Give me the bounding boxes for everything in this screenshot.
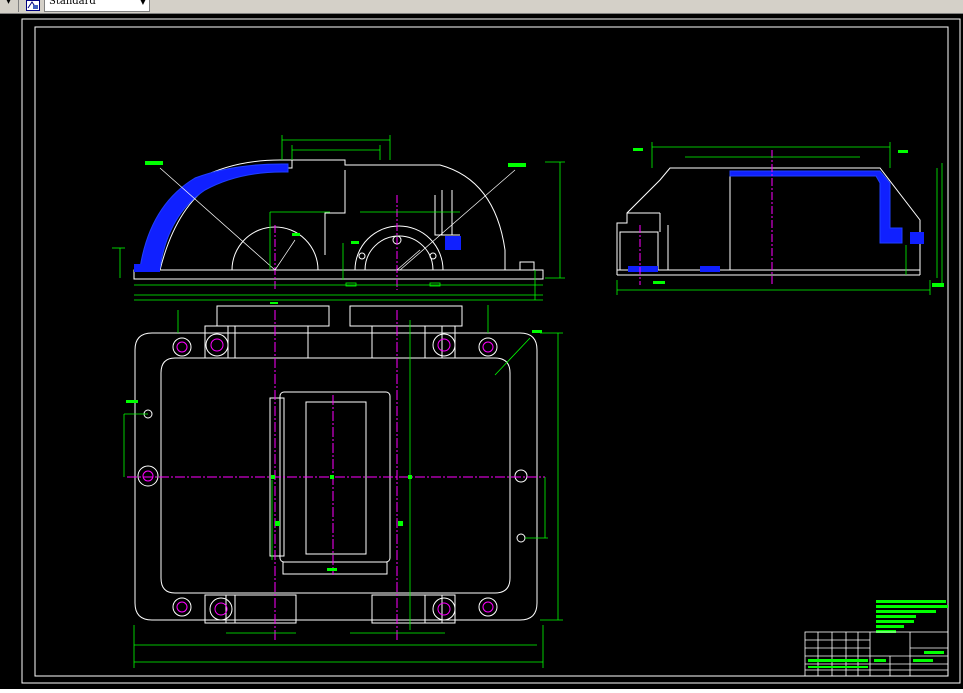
- toolbar: ▾ Standard ▼: [0, 0, 963, 14]
- toolbar-arrow-icon: ▾: [6, 0, 12, 7]
- cad-drawing-canvas[interactable]: [0, 14, 963, 689]
- text-style-value: Standard: [49, 0, 96, 7]
- text-style-icon[interactable]: [26, 0, 40, 11]
- text-style-select[interactable]: Standard ▼: [44, 0, 150, 12]
- status-bar: [0, 689, 963, 693]
- chevron-down-icon[interactable]: ▼: [140, 0, 146, 6]
- toolbar-button[interactable]: ▾: [0, 0, 19, 12]
